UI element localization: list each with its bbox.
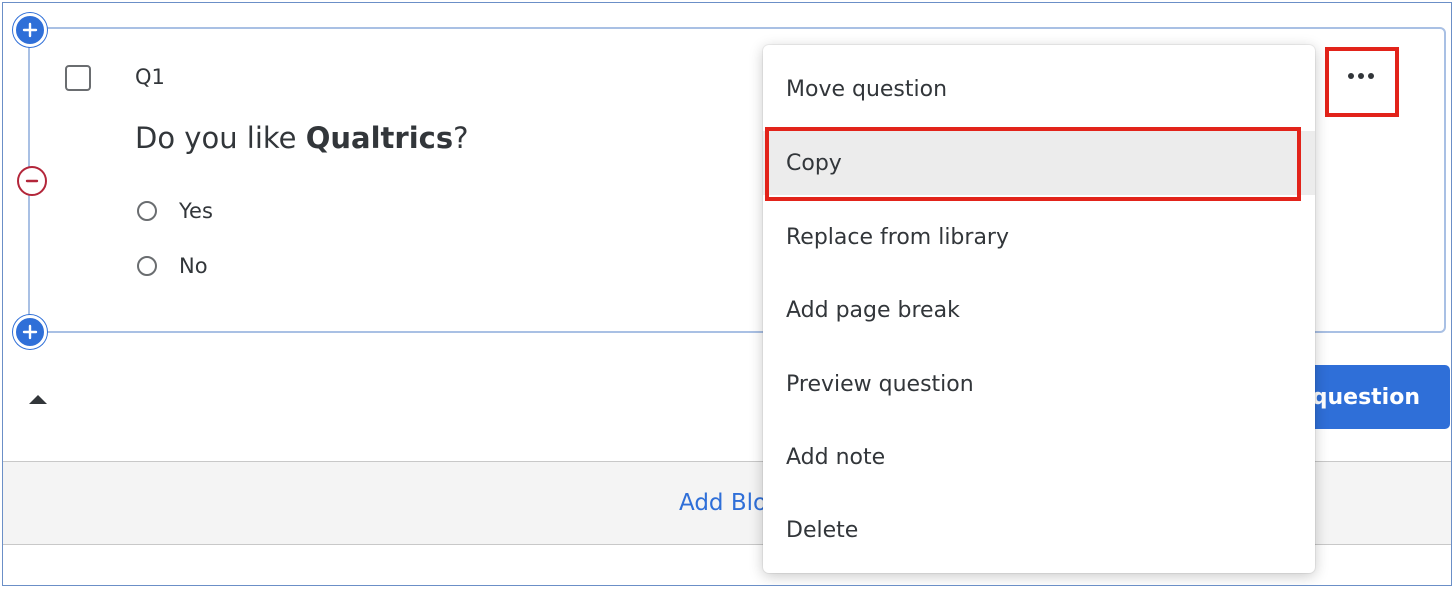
menu-item-label: Add note	[786, 444, 886, 470]
minus-icon	[25, 179, 39, 183]
insert-above-button[interactable]	[13, 13, 47, 47]
question-text-bold: Qualtrics	[305, 121, 454, 155]
choice-yes[interactable]: Yes	[137, 199, 213, 223]
add-question-label: question	[1311, 384, 1420, 410]
menu-item-replace-from-library[interactable]: Replace from library	[763, 205, 1315, 269]
menu-item-label: Delete	[786, 517, 859, 543]
copy-highlight	[765, 127, 1301, 201]
insert-below-button[interactable]	[13, 315, 47, 349]
survey-editor: Q1 Do you like Qualtrics? Yes No questio…	[2, 2, 1452, 586]
radio-button[interactable]	[137, 256, 157, 276]
menu-item-label: Add page break	[786, 297, 960, 323]
plus-icon	[22, 324, 38, 340]
remove-question-button[interactable]	[17, 166, 47, 196]
question-text-suffix: ?	[453, 121, 469, 155]
question-text[interactable]: Do you like Qualtrics?	[135, 121, 469, 155]
question-number: Q1	[135, 65, 165, 89]
question-select-checkbox[interactable]	[65, 65, 91, 91]
menu-item-preview-question[interactable]: Preview question	[763, 352, 1315, 416]
menu-item-label: Preview question	[786, 371, 974, 397]
menu-item-label: Move question	[786, 76, 948, 102]
choice-label: No	[179, 254, 208, 278]
radio-button[interactable]	[137, 201, 157, 221]
menu-item-label: Replace from library	[786, 224, 1009, 250]
menu-item-delete[interactable]: Delete	[763, 498, 1315, 562]
choice-no[interactable]: No	[137, 254, 208, 278]
choice-label: Yes	[179, 199, 213, 223]
question-context-menu: Move question Copy Replace from library …	[763, 45, 1315, 573]
menu-item-add-page-break[interactable]: Add page break	[763, 278, 1315, 342]
plus-icon	[22, 22, 38, 38]
menu-item-move-question[interactable]: Move question	[763, 57, 1315, 121]
question-text-prefix: Do you like	[135, 121, 306, 155]
menu-item-add-note[interactable]: Add note	[763, 425, 1315, 489]
more-options-highlight	[1325, 47, 1399, 117]
collapse-caret-icon[interactable]	[29, 395, 47, 404]
